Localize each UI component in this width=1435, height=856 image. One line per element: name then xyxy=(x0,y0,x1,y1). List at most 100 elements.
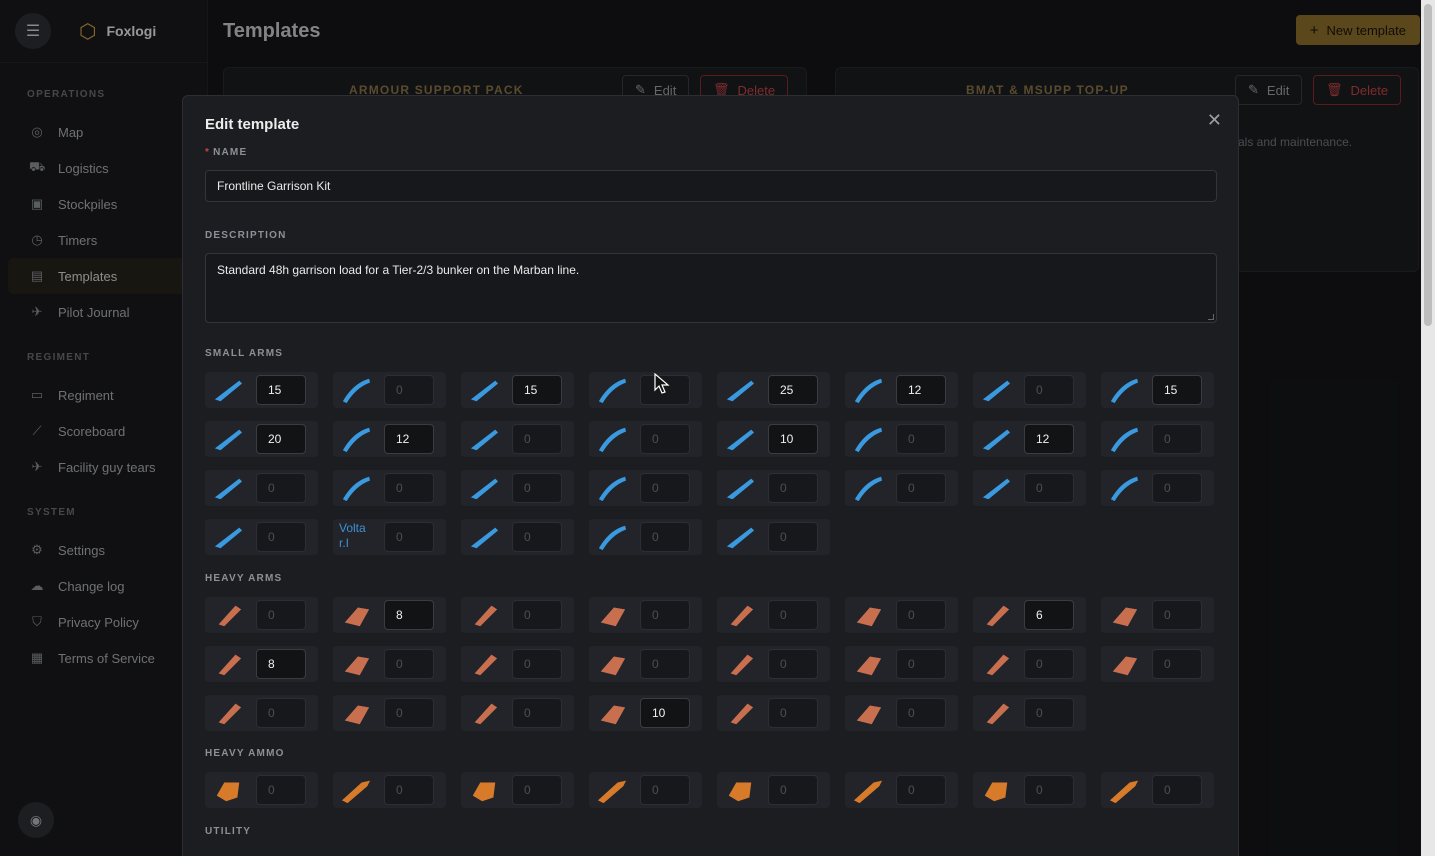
edit-template-modal: Edit template ✕ * NAME Frontline Garrison… xyxy=(182,95,1239,856)
item-cell: 0 xyxy=(205,470,318,506)
item-icon xyxy=(216,782,240,802)
item-cell: 0 xyxy=(1101,470,1214,506)
quantity-input[interactable]: 0 xyxy=(1152,473,1202,503)
quantity-input[interactable]: 0 xyxy=(896,775,946,805)
quantity-input[interactable]: 20 xyxy=(256,424,306,454)
item-cell: 0 xyxy=(589,772,702,808)
quantity-input[interactable]: 15 xyxy=(1152,375,1202,405)
quantity-input[interactable]: 10 xyxy=(640,698,690,728)
quantity-input[interactable]: 0 xyxy=(512,424,562,454)
quantity-input[interactable]: 10 xyxy=(768,424,818,454)
item-cell: 0 xyxy=(973,695,1086,731)
item-icon xyxy=(214,478,243,500)
quantity-input[interactable]: 0 xyxy=(384,375,434,405)
quantity-input[interactable]: 0 xyxy=(1024,473,1074,503)
item-cell: 0 xyxy=(845,597,958,633)
quantity-input[interactable]: 0 xyxy=(256,522,306,552)
quantity-input[interactable]: 0 xyxy=(768,473,818,503)
quantity-input[interactable]: 0 xyxy=(1024,649,1074,679)
quantity-input[interactable]: 0 xyxy=(1024,775,1074,805)
quantity-input[interactable]: 0 xyxy=(1152,649,1202,679)
quantity-input[interactable]: 0 xyxy=(512,775,562,805)
close-icon[interactable]: ✕ xyxy=(1207,110,1222,131)
quantity-input[interactable]: 8 xyxy=(384,600,434,630)
quantity-input[interactable]: 0 xyxy=(640,775,690,805)
quantity-input[interactable]: 0 xyxy=(256,775,306,805)
quantity-input[interactable]: 0 xyxy=(640,424,690,454)
quantity-input[interactable]: 12 xyxy=(1024,424,1074,454)
quantity-input[interactable]: 0 xyxy=(896,600,946,630)
quantity-input[interactable]: 0 xyxy=(768,775,818,805)
item-cell: 0 xyxy=(461,772,574,808)
item-cell: 0 xyxy=(461,695,574,731)
item-cell: 0 xyxy=(205,597,318,633)
item-icon xyxy=(856,607,882,627)
quantity-input[interactable]: 0 xyxy=(768,522,818,552)
item-icon xyxy=(726,478,755,500)
quantity-input[interactable]: 0 xyxy=(896,649,946,679)
quantity-input[interactable]: 0 xyxy=(1024,375,1074,405)
item-icon xyxy=(218,654,242,676)
quantity-input[interactable]: 8 xyxy=(256,649,306,679)
item-icon xyxy=(342,378,371,404)
quantity-input[interactable]: 0 xyxy=(896,698,946,728)
quantity-input[interactable]: 0 xyxy=(512,522,562,552)
item-icon xyxy=(470,478,499,500)
quantity-input[interactable]: 0 xyxy=(256,698,306,728)
resize-handle[interactable] xyxy=(1208,314,1214,320)
quantity-input[interactable]: 0 xyxy=(512,473,562,503)
page-scrollbar[interactable] xyxy=(1421,0,1435,856)
quantity-input[interactable]: 0 xyxy=(384,698,434,728)
item-cell: 8 xyxy=(333,597,446,633)
quantity-input[interactable]: 0 xyxy=(384,473,434,503)
item-cell: 0 xyxy=(333,646,446,682)
quantity-input[interactable]: 0 xyxy=(640,649,690,679)
item-icon xyxy=(598,476,627,502)
quantity-input[interactable]: 0 xyxy=(768,649,818,679)
quantity-input[interactable]: 0 xyxy=(768,698,818,728)
quantity-input[interactable]: 0 xyxy=(640,522,690,552)
quantity-input[interactable]: 0 xyxy=(1152,775,1202,805)
item-cell: 0 xyxy=(589,519,702,555)
quantity-input[interactable]: 12 xyxy=(384,424,434,454)
quantity-input[interactable]: 0 xyxy=(1152,424,1202,454)
quantity-input[interactable]: 0 xyxy=(384,775,434,805)
quantity-input[interactable]: 0 xyxy=(512,698,562,728)
item-icon xyxy=(214,429,243,451)
quantity-input[interactable]: 0 xyxy=(1152,600,1202,630)
scrollbar-thumb[interactable] xyxy=(1424,4,1432,326)
quantity-input[interactable]: 0 xyxy=(256,473,306,503)
heavy-arms-grid: 0 8 0 0 0 0 6 0 8 0 0 0 0 0 0 0 0 0 0 10 0 0 0 xyxy=(205,597,1214,731)
quantity-input[interactable]: 0 xyxy=(640,600,690,630)
item-cell: 12 xyxy=(973,421,1086,457)
item-icon xyxy=(726,380,755,402)
name-input[interactable]: Frontline Garrison Kit xyxy=(205,170,1217,202)
quantity-input[interactable]: 6 xyxy=(1024,600,1074,630)
quantity-input[interactable]: 0 xyxy=(512,649,562,679)
item-cell: 0 xyxy=(1101,646,1214,682)
quantity-input[interactable]: 0 xyxy=(768,600,818,630)
quantity-input[interactable]: 12 xyxy=(896,375,946,405)
quantity-input[interactable]: 0 xyxy=(256,600,306,630)
section-title-small-arms: SMALL ARMS xyxy=(205,348,284,359)
quantity-input[interactable]: 15 xyxy=(256,375,306,405)
item-icon xyxy=(474,703,498,725)
item-icon xyxy=(982,478,1011,500)
quantity-input[interactable]: 25 xyxy=(768,375,818,405)
quantity-input[interactable]: 0 xyxy=(384,649,434,679)
item-cell: 0 xyxy=(973,646,1086,682)
quantity-input[interactable]: 15 xyxy=(512,375,562,405)
quantity-input[interactable]: 0 xyxy=(1024,698,1074,728)
quantity-input[interactable]: 0 xyxy=(512,600,562,630)
name-label-text: NAME xyxy=(213,147,248,158)
quantity-input[interactable]: 0 xyxy=(384,522,434,552)
item-cell: 0 xyxy=(845,421,958,457)
item-icon xyxy=(982,429,1011,451)
item-cell: 0 xyxy=(461,470,574,506)
quantity-input[interactable]: 0 xyxy=(896,473,946,503)
quantity-input[interactable]: 0 xyxy=(896,424,946,454)
quantity-input[interactable]: 0 xyxy=(640,473,690,503)
modal-title: Edit template xyxy=(205,116,300,133)
item-icon xyxy=(1110,378,1139,404)
description-textarea[interactable]: Standard 48h garrison load for a Tier-2/… xyxy=(205,253,1217,323)
